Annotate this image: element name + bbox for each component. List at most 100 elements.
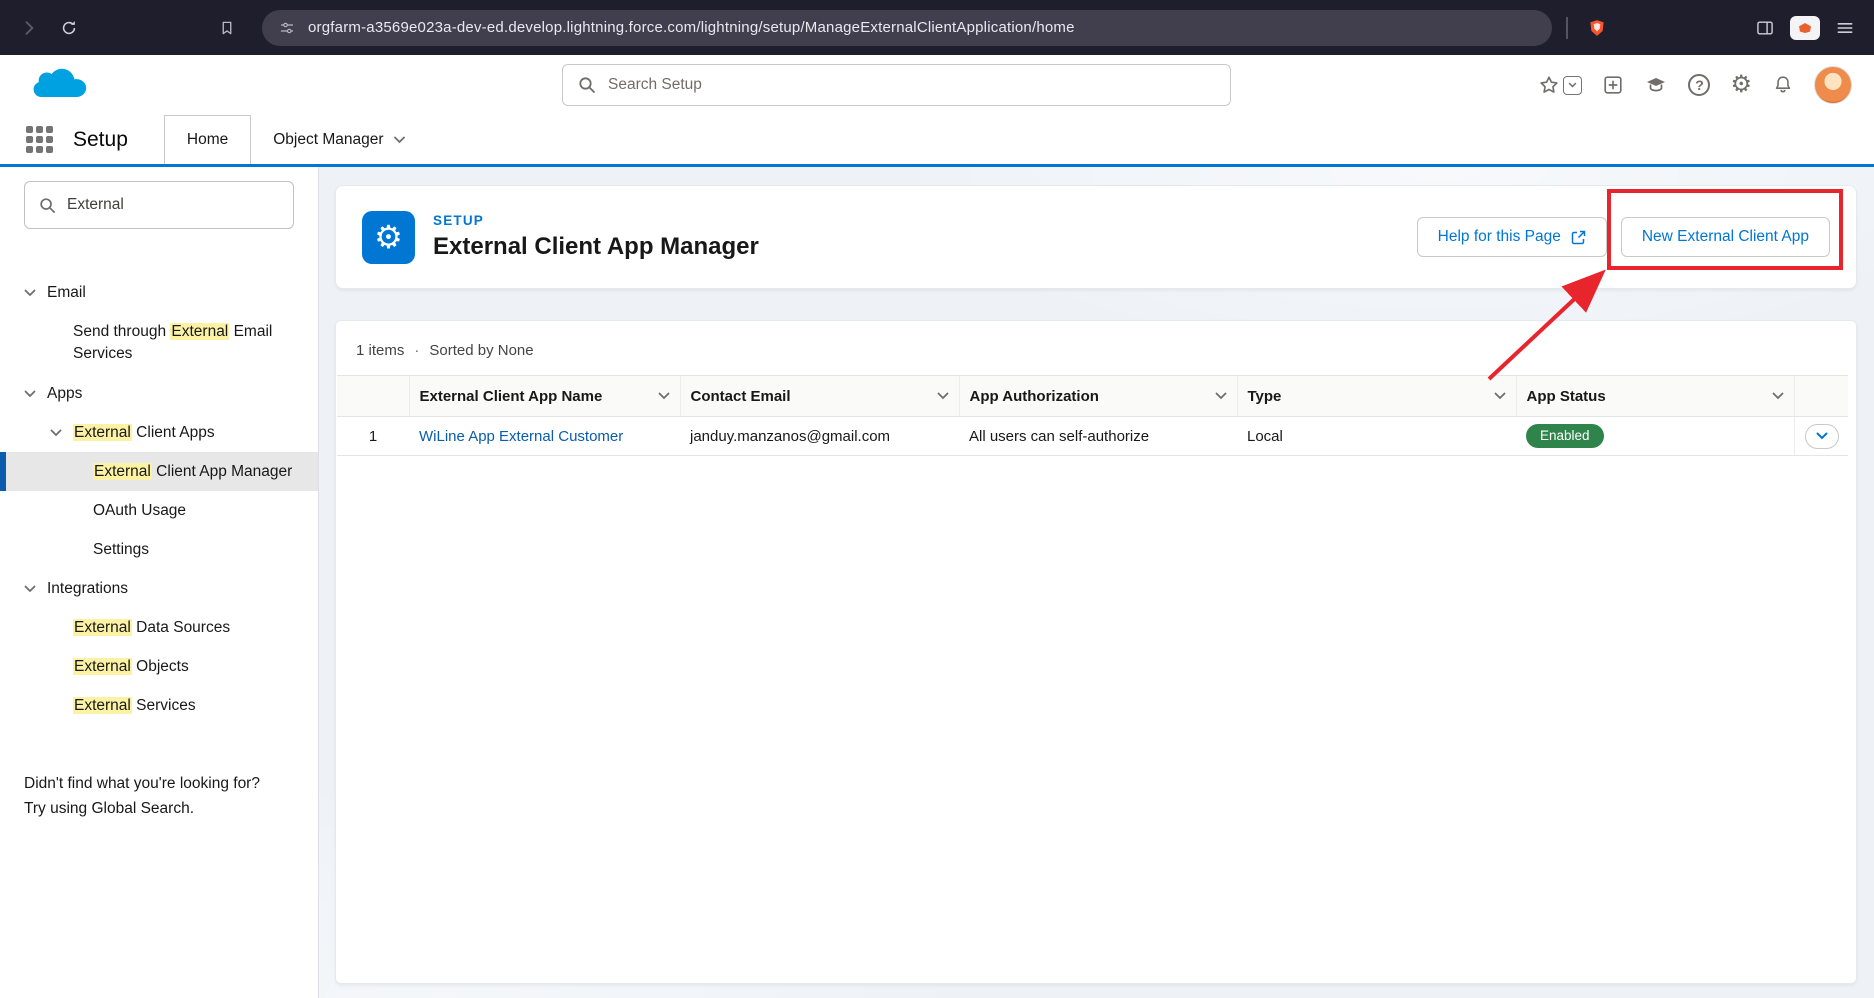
- site-settings-icon[interactable]: [278, 19, 296, 37]
- search-icon: [39, 197, 56, 214]
- setup-gear-icon[interactable]: ⚙: [1730, 73, 1752, 97]
- user-avatar[interactable]: [1814, 66, 1852, 104]
- cell-app-authorization: All users can self-authorize: [959, 417, 1237, 456]
- help-icon[interactable]: ?: [1688, 74, 1710, 96]
- external-link-icon: [1571, 230, 1586, 245]
- quick-find-input[interactable]: [67, 196, 279, 214]
- row-actions-button[interactable]: [1805, 424, 1839, 449]
- setup-search-box[interactable]: [562, 64, 1231, 106]
- star-icon: [1538, 74, 1560, 96]
- column-label: Type: [1248, 388, 1282, 405]
- tree-label: Apps: [47, 385, 82, 403]
- app-launcher-icon[interactable]: [26, 126, 53, 153]
- brave-shield-icon[interactable]: [1582, 13, 1612, 43]
- help-for-this-page-button[interactable]: Help for this Page: [1417, 217, 1607, 257]
- search-highlight: External: [73, 697, 132, 714]
- sidebar-section-apps[interactable]: Apps: [0, 374, 318, 413]
- notifications-bell-icon[interactable]: [1772, 74, 1794, 96]
- search-highlight: External: [93, 463, 152, 480]
- sidebar-item-external-objects[interactable]: External Objects: [0, 647, 318, 686]
- bookmark-icon[interactable]: [212, 13, 242, 43]
- wallet-chip: [1790, 16, 1820, 40]
- salesforce-global-header: ? ⚙: [0, 55, 1874, 115]
- chevron-down-icon: [1772, 392, 1784, 400]
- cell-row-actions: [1794, 417, 1848, 456]
- forward-icon[interactable]: [14, 13, 44, 43]
- sidebar-section-email[interactable]: Email: [0, 273, 318, 312]
- chevron-down-icon: [24, 585, 36, 593]
- main-content: ⚙ SETUP External Client App Manager Help…: [319, 167, 1874, 998]
- sidebar-section-integrations[interactable]: Integrations: [0, 569, 318, 608]
- guidance-center-icon[interactable]: [1644, 73, 1668, 97]
- search-icon: [578, 76, 596, 94]
- browser-toolbar: orgfarm-a3569e023a-dev-ed.develop.lightn…: [0, 0, 1874, 55]
- chevron-down-icon: [1215, 392, 1227, 400]
- tree-label: External Client Apps: [73, 424, 215, 442]
- menu-icon[interactable]: [1830, 13, 1860, 43]
- sidebar-toggle-icon[interactable]: [1750, 13, 1780, 43]
- column-header-type[interactable]: Type: [1237, 376, 1516, 417]
- address-bar[interactable]: orgfarm-a3569e023a-dev-ed.develop.lightn…: [262, 10, 1552, 46]
- list-count: 1 items: [356, 342, 404, 359]
- toolbar-separator: [1566, 17, 1568, 39]
- sidebar-item-external-data-sources[interactable]: External Data Sources: [0, 608, 318, 647]
- favorites-caret-icon[interactable]: [1563, 76, 1582, 95]
- tree-label: Send through External Email Services: [73, 321, 296, 365]
- salesforce-logo-icon: [26, 63, 92, 107]
- sidebar-item-send-through-external-email-services[interactable]: Send through External Email Services: [0, 312, 318, 374]
- column-header-app-authorization[interactable]: App Authorization: [959, 376, 1237, 417]
- help-button-label: Help for this Page: [1438, 228, 1561, 246]
- tab-object-manager[interactable]: Object Manager: [251, 115, 427, 164]
- page-header-actions: Help for this Page New External Client A…: [1417, 217, 1830, 257]
- chevron-down-icon: [937, 392, 949, 400]
- tab-label: Home: [187, 131, 228, 149]
- tree-label: External Objects: [73, 658, 189, 676]
- list-summary: 1 items·Sorted by None: [336, 321, 1856, 375]
- setup-page-icon: ⚙: [362, 211, 415, 264]
- row-number: 1: [337, 417, 409, 456]
- search-highlight: External: [73, 658, 132, 675]
- sidebar-item-settings[interactable]: Settings: [0, 530, 318, 569]
- page-header-card: ⚙ SETUP External Client App Manager Help…: [335, 185, 1857, 289]
- cell-app-name: WiLine App External Customer: [409, 417, 680, 456]
- chevron-down-icon: [393, 136, 406, 144]
- quick-find-box[interactable]: [24, 181, 294, 229]
- sidebar-item-external-services[interactable]: External Services: [0, 686, 318, 725]
- column-header-row-actions: [1794, 376, 1848, 417]
- brave-rewards-icon[interactable]: [1790, 13, 1820, 43]
- cell-app-status: Enabled: [1516, 417, 1794, 456]
- new-external-client-app-button[interactable]: New External Client App: [1621, 217, 1830, 257]
- table-row: 1 WiLine App External Customer janduy.ma…: [337, 417, 1848, 456]
- tree-label: External Data Sources: [73, 619, 230, 637]
- search-highlight: External: [73, 619, 132, 636]
- column-header-external-client-app-name[interactable]: External Client App Name: [409, 376, 680, 417]
- tab-home[interactable]: Home: [164, 115, 251, 164]
- global-actions-icon[interactable]: [1602, 74, 1624, 96]
- sidebar-section-external-client-apps[interactable]: External Client Apps: [0, 413, 318, 452]
- column-label: External Client App Name: [420, 388, 603, 405]
- sidebar-footer-line1: Didn't find what you're looking for?: [24, 771, 294, 796]
- setup-search-input[interactable]: [608, 76, 1215, 94]
- sidebar-footer: Didn't find what you're looking for? Try…: [24, 771, 294, 821]
- page-header-text: SETUP External Client App Manager: [433, 213, 759, 261]
- sidebar-item-oauth-usage[interactable]: OAuth Usage: [0, 491, 318, 530]
- setup-brand-label: Setup: [73, 128, 128, 152]
- reload-icon[interactable]: [54, 13, 84, 43]
- page-title: External Client App Manager: [433, 233, 759, 261]
- status-badge: Enabled: [1526, 424, 1604, 448]
- column-header-row-number: [337, 376, 409, 417]
- cell-contact-email: janduy.manzanos@gmail.com: [680, 417, 959, 456]
- setup-tabs: Home Object Manager: [164, 115, 428, 164]
- column-header-app-status[interactable]: App Status: [1516, 376, 1794, 417]
- setup-tree: Email Send through External Email Servic…: [0, 273, 318, 725]
- app-name-link[interactable]: WiLine App External Customer: [419, 428, 623, 445]
- new-external-client-app-wrap: New External Client App: [1621, 217, 1830, 257]
- page-eyebrow: SETUP: [433, 213, 759, 228]
- table-header-row: External Client App Name Contact Email A…: [337, 376, 1848, 417]
- column-header-contact-email[interactable]: Contact Email: [680, 376, 959, 417]
- cell-type: Local: [1237, 417, 1516, 456]
- column-label: App Authorization: [970, 388, 1099, 405]
- favorites-control[interactable]: [1538, 74, 1582, 96]
- chevron-down-icon: [1494, 392, 1506, 400]
- sidebar-item-external-client-app-manager[interactable]: External Client App Manager: [0, 452, 318, 491]
